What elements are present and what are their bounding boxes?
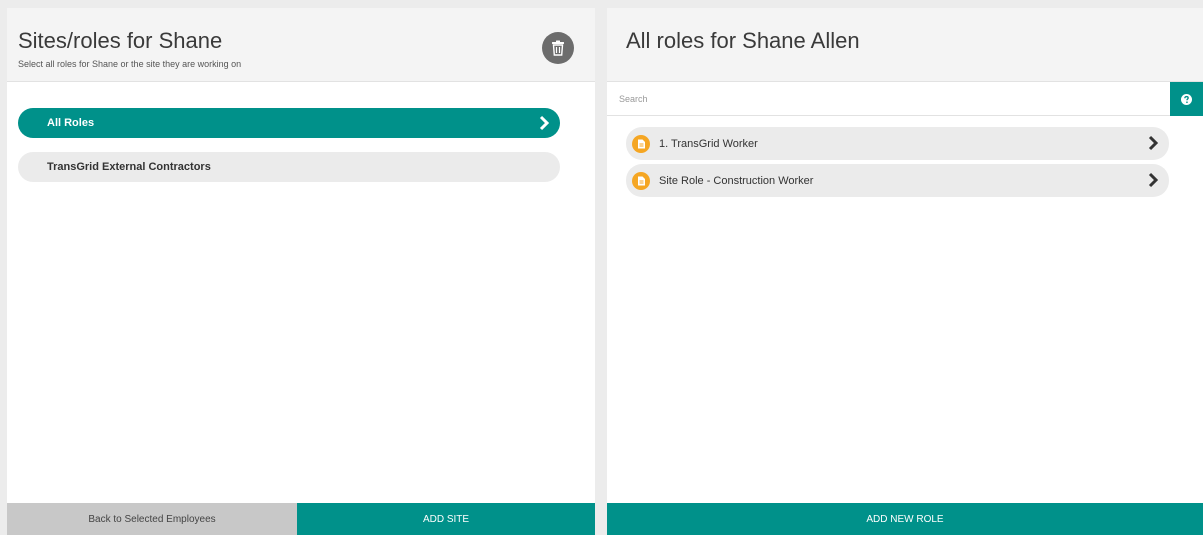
delete-button[interactable] [542, 32, 574, 64]
sites-roles-header: Sites/roles for Shane Select all roles f… [7, 8, 595, 82]
add-site-button[interactable]: ADD SITE [297, 503, 595, 535]
role-item-construction-worker[interactable]: Site Role - Construction Worker [626, 164, 1169, 197]
back-to-selected-employees-button[interactable]: Back to Selected Employees [7, 503, 297, 535]
chevron-right-icon [1148, 172, 1159, 188]
search-bar [607, 82, 1203, 116]
document-icon [632, 135, 650, 153]
chevron-right-icon [539, 115, 550, 131]
site-item-label: TransGrid External Contractors [47, 161, 211, 173]
document-icon [632, 172, 650, 190]
site-item-all-roles[interactable]: All Roles [18, 108, 560, 138]
site-item-label: All Roles [47, 117, 95, 129]
roles-header: All roles for Shane Allen [607, 8, 1203, 82]
roles-title: All roles for Shane Allen [626, 28, 860, 53]
page-subtitle: Select all roles for Shane or the site t… [18, 59, 242, 69]
help-button[interactable] [1170, 82, 1203, 116]
question-icon [1181, 93, 1192, 105]
site-list: All Roles TransGrid External Contractors [18, 108, 560, 196]
role-item-label: 1. TransGrid Worker [659, 138, 758, 150]
page-title: Sites/roles for Shane [18, 28, 223, 53]
chevron-right-icon [1148, 135, 1159, 151]
roles-panel: All roles for Shane Allen 1. TransGrid W… [607, 8, 1203, 535]
add-new-role-button[interactable]: ADD NEW ROLE [607, 503, 1203, 535]
role-list: 1. TransGrid Worker Site Role - Construc… [626, 127, 1169, 201]
sites-roles-panel: Sites/roles for Shane Select all roles f… [7, 8, 595, 535]
trash-icon [552, 40, 564, 56]
site-item-transgrid-external-contractors[interactable]: TransGrid External Contractors [18, 152, 560, 182]
role-item-transgrid-worker[interactable]: 1. TransGrid Worker [626, 127, 1169, 160]
search-input[interactable] [607, 82, 1170, 116]
role-item-label: Site Role - Construction Worker [659, 175, 814, 187]
